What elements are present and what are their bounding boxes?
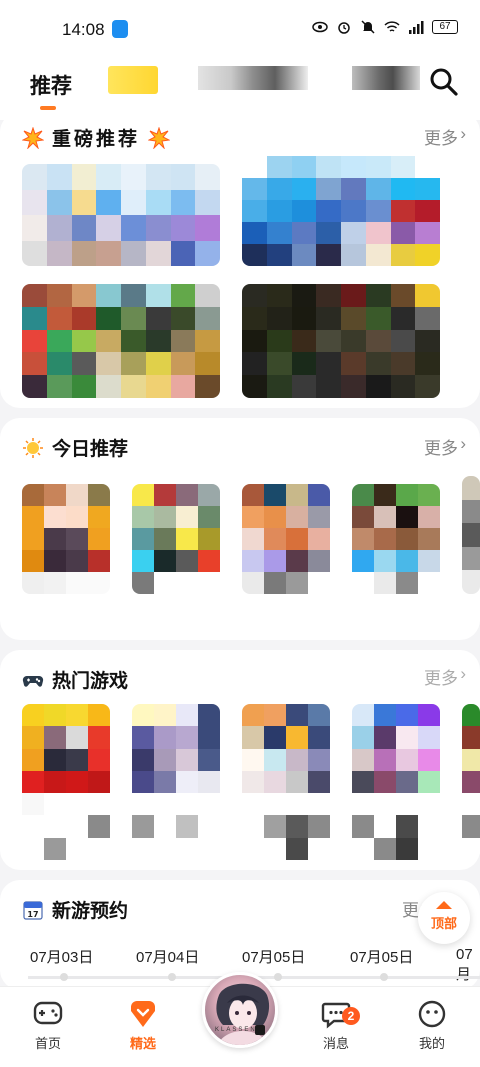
hot-title: 热门游戏 xyxy=(22,666,128,693)
hot-game-1[interactable] xyxy=(22,704,110,860)
sun-icon xyxy=(23,437,43,458)
nav-mine-label: 我的 xyxy=(418,1036,445,1051)
nav-picks[interactable]: 精选 xyxy=(113,999,173,1052)
alarm-icon xyxy=(338,22,350,34)
hot-game-3[interactable] xyxy=(242,704,330,860)
date-dot xyxy=(380,973,388,981)
app-notification-icon xyxy=(112,20,128,38)
date-dot xyxy=(274,973,282,981)
date-1[interactable]: 07月03日 xyxy=(30,946,93,967)
signal-icon xyxy=(409,21,424,34)
diamond-heart-icon xyxy=(131,1001,155,1027)
mute-icon xyxy=(361,20,375,34)
eye-icon xyxy=(312,21,328,33)
date-dot xyxy=(168,973,176,981)
featured-title: 重磅推荐 xyxy=(22,124,171,151)
avatar[interactable]: KLASSEN xyxy=(202,972,278,1048)
tab-blurred-1[interactable] xyxy=(108,66,158,94)
today-title: 今日推荐 xyxy=(22,434,128,461)
hot-section: 热门游戏 更多 › xyxy=(0,650,480,870)
date-3[interactable]: 07月05日 xyxy=(242,946,305,967)
today-section: 今日推荐 更多 › xyxy=(0,418,480,640)
nav-picks-label: 精选 xyxy=(129,1036,156,1051)
featured-tile-1[interactable] xyxy=(22,164,220,266)
featured-title-text: 重磅推荐 xyxy=(52,129,141,150)
tab-blurred-3[interactable] xyxy=(352,66,420,90)
hot-game-4[interactable] xyxy=(352,704,440,860)
chevron-right-icon[interactable]: › xyxy=(460,664,466,684)
status-time: 14:08 xyxy=(62,20,105,39)
chevron-right-icon[interactable]: › xyxy=(460,124,466,144)
today-more-link[interactable]: 更多 xyxy=(424,434,458,459)
chevron-right-icon[interactable]: › xyxy=(460,434,466,454)
gamepad-icon xyxy=(22,675,44,687)
today-game-2[interactable] xyxy=(132,484,220,594)
tab-blurred-2[interactable] xyxy=(198,66,308,90)
top-tab-bar: 推荐 xyxy=(0,58,480,120)
messages-badge: 2 xyxy=(342,1007,360,1025)
tab-recommend[interactable]: 推荐 xyxy=(30,70,72,100)
explosion-icon xyxy=(22,126,44,149)
back-to-top-button[interactable]: 顶部 xyxy=(418,892,470,944)
tab-indicator xyxy=(40,106,56,110)
featured-tile-3[interactable] xyxy=(22,284,220,398)
featured-more-link[interactable]: 更多 xyxy=(424,124,458,149)
nav-mine[interactable]: 我的 xyxy=(402,999,462,1052)
date-4[interactable]: 07月05日 xyxy=(350,946,413,967)
calendar-icon: 17 xyxy=(23,900,43,920)
upcoming-title: 17 新游预约 xyxy=(22,896,128,923)
status-icons: 67 xyxy=(312,20,458,34)
today-game-3[interactable] xyxy=(242,484,330,594)
nav-messages[interactable]: 消息 2 xyxy=(306,999,366,1052)
date-dot xyxy=(60,973,68,981)
face-icon xyxy=(418,1000,446,1028)
svg-text:17: 17 xyxy=(27,910,38,919)
battery-icon: 67 xyxy=(432,20,458,34)
search-icon[interactable] xyxy=(428,66,460,98)
status-bar: 14:08 67 xyxy=(0,0,480,58)
hot-game-5-partial[interactable] xyxy=(462,704,480,860)
date-2[interactable]: 07月04日 xyxy=(136,946,199,967)
nav-messages-label: 消息 xyxy=(322,1036,349,1051)
arrow-up-icon xyxy=(436,901,452,909)
hot-title-text: 热门游戏 xyxy=(52,671,129,692)
today-title-text: 今日推荐 xyxy=(52,439,129,460)
today-game-1[interactable] xyxy=(22,484,110,594)
upcoming-title-text: 新游预约 xyxy=(52,901,129,922)
featured-section: 重磅推荐 更多 › xyxy=(0,112,480,408)
wifi-icon xyxy=(384,21,400,32)
nav-home-label: 首页 xyxy=(34,1036,61,1051)
today-game-5-partial[interactable] xyxy=(462,476,480,594)
explosion-icon-right xyxy=(148,126,171,149)
today-game-4[interactable] xyxy=(352,484,440,594)
avatar-caption: KLASSEN xyxy=(215,1027,257,1033)
featured-tile-4[interactable] xyxy=(242,284,440,398)
back-to-top-label: 顶部 xyxy=(430,916,457,931)
gamepad-icon xyxy=(33,1001,63,1025)
featured-tile-2[interactable] xyxy=(242,156,440,266)
hot-more-link[interactable]: 更多 xyxy=(424,664,458,689)
hot-game-2[interactable] xyxy=(132,704,220,860)
nav-home[interactable]: 首页 xyxy=(18,999,78,1052)
